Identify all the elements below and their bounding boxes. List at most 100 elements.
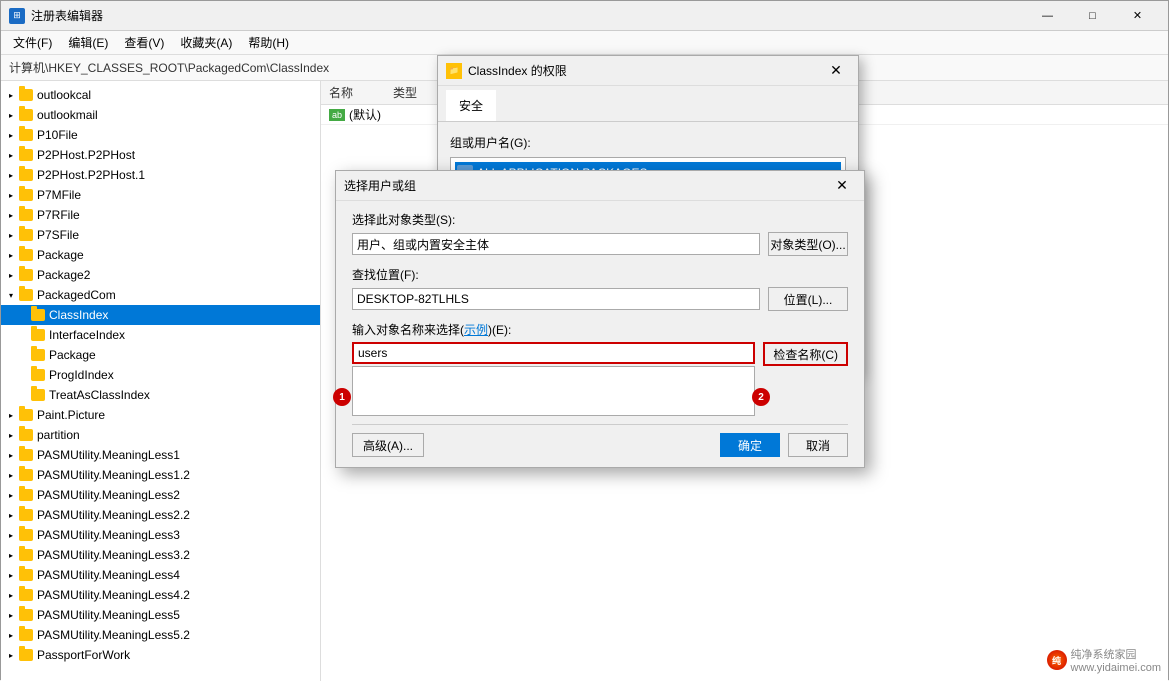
tree-item[interactable]: ▸ outlookcal [1, 85, 320, 105]
watermark-text: 纯净系统家园 www.yidaimei.com [1071, 646, 1161, 674]
menu-file[interactable]: 文件(F) [5, 32, 60, 53]
select-user-ok-btn[interactable]: 确定 [720, 433, 780, 457]
expand-arrow-icon: ▸ [5, 549, 17, 561]
tree-item[interactable]: InterfaceIndex [1, 325, 320, 345]
tree-item[interactable]: ▸PassportForWork [1, 645, 320, 665]
menu-edit[interactable]: 编辑(E) [60, 32, 116, 53]
classindex-dialog-titlebar: 📁 ClassIndex 的权限 ✕ [438, 56, 858, 86]
tree-item-label: outlookcal [37, 88, 91, 102]
expand-arrow-icon: ▸ [5, 489, 17, 501]
tree-item[interactable]: ▸PASMUtility.MeaningLess5 [1, 605, 320, 625]
tree-item[interactable]: ▸ PASMUtility.MeaningLess3 [1, 525, 320, 545]
tree-item[interactable]: ▸P2PHost.P2PHost [1, 145, 320, 165]
tree-item[interactable]: ProgIdIndex [1, 365, 320, 385]
title-bar: ⊞ 注册表编辑器 — □ ✕ [1, 1, 1168, 31]
folder-icon [31, 309, 45, 321]
tree-item-label: P10File [37, 128, 78, 142]
classindex-dialog-close[interactable]: ✕ [822, 59, 850, 83]
tree-item-label: PASMUtility.MeaningLess4.2 [37, 588, 190, 602]
location-input[interactable] [352, 288, 760, 310]
expand-arrow-icon: ▸ [5, 209, 17, 221]
tab-security[interactable]: 安全 [446, 90, 496, 121]
tree-item[interactable]: ▸P7RFile [1, 205, 320, 225]
expand-arrow-icon: ▸ [5, 529, 17, 541]
tree-item[interactable]: ▸Paint.Picture [1, 405, 320, 425]
location-button[interactable]: 位置(L)... [768, 287, 848, 311]
folder-icon [19, 209, 33, 221]
tree-item-label: ClassIndex [49, 308, 108, 322]
object-type-button[interactable]: 对象类型(O)... [768, 232, 848, 256]
menu-favorites[interactable]: 收藏夹(A) [172, 32, 240, 53]
tree-item[interactable]: ▸ PASMUtility.MeaningLess2.2 [1, 505, 320, 525]
menu-view[interactable]: 查看(V) [116, 32, 172, 53]
maximize-button[interactable]: □ [1070, 1, 1115, 31]
ok-cancel-buttons: 确定 取消 [720, 433, 848, 457]
tree-item-label: PASMUtility.MeaningLess2.2 [37, 508, 190, 522]
expand-arrow-icon: ▸ [5, 569, 17, 581]
tree-item[interactable]: ▸P7MFile [1, 185, 320, 205]
close-button[interactable]: ✕ [1115, 1, 1160, 31]
expand-arrow-icon: ▸ [5, 109, 17, 121]
tree-item[interactable]: ▸Package [1, 245, 320, 265]
location-row: 位置(L)... [352, 287, 848, 311]
tree-item[interactable]: ▾PackagedCom [1, 285, 320, 305]
window-title: 注册表编辑器 [31, 7, 1025, 24]
tree-item[interactable]: ▸outlookmail [1, 105, 320, 125]
tree-item[interactable]: ▸P7SFile [1, 225, 320, 245]
expand-arrow-icon [17, 389, 29, 401]
users-input[interactable] [352, 342, 755, 364]
folder-icon [31, 389, 45, 401]
tree-item-label: Package [37, 248, 84, 262]
folder-icon [19, 509, 33, 521]
tree-item[interactable]: ▸ P10File [1, 125, 320, 145]
advanced-button[interactable]: 高级(A)... [352, 433, 424, 457]
check-name-button[interactable]: 检查名称(C) [763, 342, 848, 366]
expand-arrow-icon: ▸ [5, 89, 17, 101]
tree-item[interactable]: TreatAsClassIndex [1, 385, 320, 405]
select-user-close[interactable]: ✕ [828, 174, 856, 198]
tree-item[interactable]: ClassIndex [1, 305, 320, 325]
tree-item-label: PASMUtility.MeaningLess3 [37, 528, 180, 542]
select-user-cancel-btn[interactable]: 取消 [788, 433, 848, 457]
tree-item-label: PackagedCom [37, 288, 116, 302]
tree-panel[interactable]: ▸outlookcal▸outlookmail▸P10File▸P2PHost.… [1, 81, 321, 681]
tree-item[interactable]: ▸partition [1, 425, 320, 445]
tree-item-label: PASMUtility.MeaningLess1 [37, 448, 180, 462]
select-user-content: 选择此对象类型(S): 对象类型(O)... 查找位置(F): 位置(L)...… [336, 201, 864, 467]
expand-arrow-icon: ▸ [5, 469, 17, 481]
minimize-button[interactable]: — [1025, 1, 1070, 31]
menu-help[interactable]: 帮助(H) [240, 32, 297, 53]
tree-item[interactable]: Package [1, 345, 320, 365]
folder-icon [19, 449, 33, 461]
group-label: 组或用户名(G): [450, 134, 846, 151]
folder-icon [19, 569, 33, 581]
classindex-dialog-title: ClassIndex 的权限 [468, 62, 822, 79]
expand-arrow-icon: ▸ [5, 129, 17, 141]
col-type: 类型 [393, 84, 417, 101]
tree-item-label: PASMUtility.MeaningLess4 [37, 568, 180, 582]
expand-arrow-icon [17, 369, 29, 381]
tree-item[interactable]: ▸P2PHost.P2PHost.1 [1, 165, 320, 185]
app-icon: ⊞ [9, 8, 25, 24]
expand-arrow-icon: ▸ [5, 589, 17, 601]
tree-item-label: P2PHost.P2PHost [37, 148, 135, 162]
expand-arrow-icon: ▸ [5, 229, 17, 241]
examples-link[interactable]: 示例 [464, 323, 488, 337]
tree-item[interactable]: ▸ PASMUtility.MeaningLess4 [1, 565, 320, 585]
tree-item[interactable]: ▸Package2 [1, 265, 320, 285]
tree-item[interactable]: ▸PASMUtility.MeaningLess1.2 [1, 465, 320, 485]
tree-item-label: PASMUtility.MeaningLess5 [37, 608, 180, 622]
tree-item[interactable]: ▸PASMUtility.MeaningLess5.2 [1, 625, 320, 645]
folder-icon [31, 349, 45, 361]
tree-item[interactable]: ▸PASMUtility.MeaningLess3.2 [1, 545, 320, 565]
tree-item[interactable]: ▸PASMUtility.MeaningLess2 [1, 485, 320, 505]
object-type-input[interactable] [352, 233, 760, 255]
expand-arrow-icon: ▸ [5, 449, 17, 461]
select-user-title: 选择用户或组 [344, 177, 828, 194]
expand-arrow-icon: ▸ [5, 509, 17, 521]
tree-item[interactable]: ▸ PASMUtility.MeaningLess4.2 [1, 585, 320, 605]
tree-item-label: TreatAsClassIndex [49, 388, 150, 402]
object-name-textarea[interactable] [352, 366, 755, 416]
folder-icon [19, 529, 33, 541]
tree-item[interactable]: ▸ PASMUtility.MeaningLess1 [1, 445, 320, 465]
